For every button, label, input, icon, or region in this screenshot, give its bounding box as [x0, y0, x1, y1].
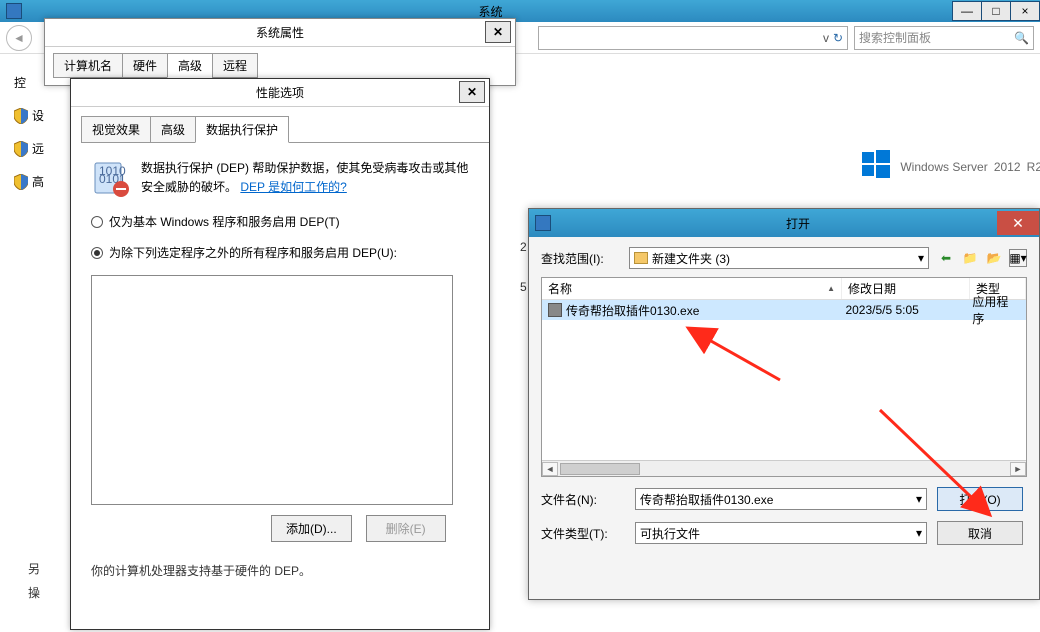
column-name[interactable]: 名称 ▲	[542, 278, 842, 299]
search-input[interactable]: 搜索控制面板 🔍	[854, 26, 1034, 50]
file-name: 传奇帮抬取插件0130.exe	[566, 302, 699, 319]
up-folder-icon[interactable]: 📁	[961, 249, 979, 267]
brand-text: Windows Server 2012 R2	[900, 151, 1040, 177]
sidebar-item[interactable]: 远	[14, 140, 44, 157]
shield-icon	[14, 141, 28, 157]
bg-text: 5	[520, 280, 527, 294]
bg-text: 另	[28, 560, 40, 577]
sysprops-tabs: 计算机名 硬件 高级 远程	[53, 53, 515, 78]
file-list-header: 名称 ▲ 修改日期 类型	[542, 278, 1026, 300]
dep-radio-all[interactable]: 为除下列选定程序之外的所有程序和服务启用 DEP(U):	[91, 244, 469, 261]
sort-asc-icon: ▲	[827, 284, 835, 293]
dep-help-link[interactable]: DEP 是如何工作的?	[240, 180, 346, 194]
windows-server-brand: Windows Server 2012 R2	[862, 150, 1040, 178]
dialog-title: 打开	[557, 215, 1039, 232]
file-list-pane: 名称 ▲ 修改日期 类型 传奇帮抬取插件0130.exe 2023/5/5 5:…	[541, 277, 1027, 477]
file-date: 2023/5/5 5:05	[839, 303, 966, 317]
sidebar-item[interactable]: 高	[14, 173, 44, 190]
bg-text: 2	[520, 240, 527, 254]
scroll-left-icon[interactable]: ◄	[542, 462, 558, 476]
dep-exclude-listbox[interactable]	[91, 275, 453, 505]
radio-label: 为除下列选定程序之外的所有程序和服务启用 DEP(U):	[109, 244, 397, 261]
sidebar-item[interactable]: 控	[14, 74, 44, 91]
filename-combo[interactable]: 传奇帮抬取插件0130.exe ▾	[635, 488, 927, 510]
scroll-right-icon[interactable]: ►	[1010, 462, 1026, 476]
lookup-folder-combo[interactable]: 新建文件夹 (3) ▾	[629, 247, 929, 269]
open-button[interactable]: 打开(O)	[937, 487, 1023, 511]
address-bar[interactable]: v ↻	[538, 26, 848, 50]
dialog-title: 性能选项	[256, 84, 304, 101]
windows-logo-icon	[862, 150, 890, 178]
radio-icon	[91, 216, 103, 228]
radio-icon	[91, 247, 103, 259]
dep-description: 数据执行保护 (DEP) 帮助保护数据，使其免受病毒攻击或其他安全威胁的破坏。 …	[141, 159, 469, 199]
control-panel-sidebar: 控 设 远 高	[14, 74, 44, 190]
dialog-title: 系统属性	[256, 24, 304, 41]
close-button[interactable]: ✕	[997, 211, 1039, 235]
back-icon[interactable]: ⬅	[937, 249, 955, 267]
search-icon: 🔍	[1014, 31, 1029, 45]
tab-advanced[interactable]: 高级	[150, 116, 196, 143]
dep-shield-icon: 1010 0101	[91, 159, 131, 199]
filetype-value: 可执行文件	[640, 525, 700, 542]
dialog-titlebar: 性能选项 ✕	[71, 79, 489, 107]
close-button[interactable]: ✕	[485, 21, 511, 43]
back-button[interactable]: ◄	[6, 25, 32, 51]
chevron-down-icon: ▾	[918, 251, 924, 265]
shield-icon	[14, 108, 28, 124]
tab-advanced[interactable]: 高级	[167, 53, 213, 78]
filetype-label: 文件类型(T):	[541, 525, 625, 542]
close-button[interactable]: ✕	[459, 81, 485, 103]
horizontal-scrollbar[interactable]: ◄ ►	[542, 460, 1026, 476]
minimize-button[interactable]: —	[952, 1, 982, 21]
tab-dep[interactable]: 数据执行保护	[195, 116, 289, 143]
perf-tabs: 视觉效果 高级 数据执行保护	[81, 115, 489, 143]
system-window-title: 系统	[28, 3, 953, 20]
folder-icon	[634, 252, 648, 264]
search-placeholder: 搜索控制面板	[859, 29, 931, 46]
add-button[interactable]: 添加(D)...	[271, 515, 352, 542]
new-folder-icon[interactable]: 📂	[985, 249, 1003, 267]
dialog-titlebar: 系统属性 ✕	[45, 19, 515, 47]
bg-text: 操	[28, 584, 40, 601]
file-row[interactable]: 传奇帮抬取插件0130.exe 2023/5/5 5:05 应用程序	[542, 300, 1026, 320]
view-menu-icon[interactable]: ▦▾	[1009, 249, 1027, 267]
tab-visual-effects[interactable]: 视觉效果	[81, 116, 151, 143]
tab-hardware[interactable]: 硬件	[122, 53, 168, 78]
refresh-icon[interactable]: ↻	[833, 31, 843, 45]
exe-file-icon	[548, 303, 562, 317]
chevron-down-icon: ▾	[916, 492, 922, 506]
filename-label: 文件名(N):	[541, 491, 625, 508]
shield-icon	[14, 174, 28, 190]
lookup-label: 查找范围(I):	[541, 250, 621, 267]
app-icon	[535, 215, 551, 231]
column-date[interactable]: 修改日期	[842, 278, 970, 299]
scroll-thumb[interactable]	[560, 463, 640, 475]
dep-radio-basic[interactable]: 仅为基本 Windows 程序和服务启用 DEP(T)	[91, 213, 469, 230]
folder-name: 新建文件夹 (3)	[652, 250, 730, 267]
chevron-down-icon: ▾	[916, 526, 922, 540]
close-button[interactable]: ×	[1010, 1, 1040, 21]
tab-remote[interactable]: 远程	[212, 53, 258, 78]
system-icon	[6, 3, 22, 19]
filetype-combo[interactable]: 可执行文件 ▾	[635, 522, 927, 544]
tab-computer-name[interactable]: 计算机名	[53, 53, 123, 78]
dep-footnote: 你的计算机处理器支持基于硬件的 DEP。	[91, 562, 469, 579]
sidebar-item[interactable]: 设	[14, 107, 44, 124]
radio-label: 仅为基本 Windows 程序和服务启用 DEP(T)	[109, 213, 340, 230]
maximize-button[interactable]: □	[981, 1, 1011, 21]
cancel-button[interactable]: 取消	[937, 521, 1023, 545]
dialog-titlebar: 打开 ✕	[529, 209, 1039, 237]
file-type: 应用程序	[966, 293, 1026, 327]
chevron-down-icon: v	[823, 31, 829, 45]
system-properties-dialog: 系统属性 ✕ 计算机名 硬件 高级 远程	[44, 18, 516, 86]
filename-value: 传奇帮抬取插件0130.exe	[640, 491, 773, 508]
remove-button: 删除(E)	[366, 515, 446, 542]
performance-options-dialog: 性能选项 ✕ 视觉效果 高级 数据执行保护 1010 0101 数据执行保护 (…	[70, 78, 490, 630]
open-file-dialog: 打开 ✕ 查找范围(I): 新建文件夹 (3) ▾ ⬅ 📁 📂 ▦▾ 名称 ▲	[528, 208, 1040, 600]
